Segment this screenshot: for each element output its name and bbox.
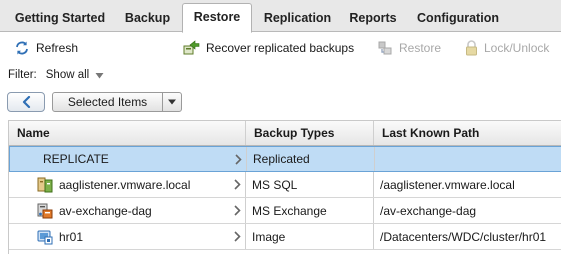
recover-replicated-backups-label: Recover replicated backups bbox=[206, 41, 355, 55]
sql-server-icon bbox=[37, 177, 53, 193]
column-header-backup-types[interactable]: Backup Types bbox=[246, 121, 374, 145]
tab-restore[interactable]: Restore bbox=[182, 3, 252, 33]
row-backup-type: MS Exchange bbox=[246, 198, 374, 223]
row-backup-type: Replicated bbox=[247, 147, 375, 171]
chevron-down-icon bbox=[168, 99, 176, 105]
row-path: /av-exchange-dag bbox=[380, 203, 477, 218]
back-button[interactable] bbox=[7, 92, 45, 112]
table-row[interactable]: av-exchange-dag MS Exchange /av-exchange… bbox=[9, 198, 561, 224]
exchange-server-icon bbox=[37, 203, 53, 219]
selected-items-dropdown[interactable] bbox=[162, 93, 181, 111]
row-path bbox=[375, 147, 561, 171]
refresh-icon bbox=[16, 41, 28, 55]
filter-control[interactable]: Filter: Show all bbox=[8, 67, 104, 83]
row-name: aaglistener.vmware.local bbox=[9, 172, 246, 197]
row-path: /Datacenters/WDC/cluster/hr01 bbox=[380, 229, 547, 244]
column-header-last-known-path[interactable]: Last Known Path bbox=[374, 121, 561, 145]
chevron-right-icon[interactable] bbox=[234, 154, 242, 165]
recover-replicated-icon bbox=[183, 40, 200, 55]
toolbar: Refresh Recover replicated backups Resto… bbox=[0, 33, 561, 61]
lock-unlock-button[interactable]: Lock/Unlock bbox=[465, 39, 549, 57]
row-name: REPLICATE bbox=[10, 147, 247, 171]
tab-backup[interactable]: Backup bbox=[116, 6, 179, 32]
chevron-right-icon[interactable] bbox=[233, 231, 241, 242]
refresh-label: Refresh bbox=[36, 41, 79, 55]
recover-replicated-backups-button[interactable]: Recover replicated backups bbox=[183, 39, 354, 57]
tab-getting-started[interactable]: Getting Started bbox=[4, 6, 116, 32]
tab-replication[interactable]: Replication bbox=[254, 6, 341, 32]
table-row[interactable]: hr01 Image /Datacenters/WDC/cluster/hr01 bbox=[9, 224, 561, 250]
row-backup-type: MS SQL bbox=[246, 172, 374, 197]
row-backup-type: Image bbox=[246, 224, 374, 249]
row-name: hr01 bbox=[9, 224, 246, 249]
chevron-right-icon[interactable] bbox=[233, 179, 241, 190]
chevron-left-icon bbox=[22, 96, 31, 108]
vm-image-icon bbox=[37, 229, 53, 245]
row-name-text: aaglistener.vmware.local bbox=[59, 177, 191, 192]
chevron-down-icon[interactable] bbox=[95, 72, 104, 79]
table-row[interactable]: aaglistener.vmware.local MS SQL /aaglist… bbox=[9, 172, 561, 198]
tab-reports[interactable]: Reports bbox=[342, 6, 404, 32]
restore-button[interactable]: Restore bbox=[378, 39, 441, 57]
backups-table: Name Backup Types Last Known Path REPLIC… bbox=[8, 120, 561, 254]
row-name-text: hr01 bbox=[59, 229, 84, 244]
restore-icon bbox=[378, 41, 392, 55]
lock-unlock-label: Lock/Unlock bbox=[484, 41, 550, 55]
filter-value[interactable]: Show all bbox=[46, 69, 89, 81]
chevron-right-icon[interactable] bbox=[233, 205, 241, 216]
row-path: /aaglistener.vmware.local bbox=[380, 177, 515, 192]
row-name: av-exchange-dag bbox=[9, 198, 246, 223]
filter-label: Filter: bbox=[8, 69, 37, 81]
table-header: Name Backup Types Last Known Path bbox=[9, 121, 561, 146]
table-row[interactable]: REPLICATE Replicated bbox=[9, 146, 561, 172]
column-header-name[interactable]: Name bbox=[9, 121, 246, 145]
row-name-text: av-exchange-dag bbox=[59, 203, 152, 218]
restore-label: Restore bbox=[399, 41, 442, 55]
lock-icon bbox=[466, 40, 477, 56]
tab-configuration[interactable]: Configuration bbox=[406, 6, 510, 32]
selected-items-button[interactable]: Selected Items bbox=[52, 92, 182, 112]
refresh-button[interactable]: Refresh bbox=[14, 39, 78, 57]
tab-bar: Getting Started Backup Restore Replicati… bbox=[0, 0, 561, 33]
row-name-text: REPLICATE bbox=[43, 152, 109, 166]
selected-items-label: Selected Items bbox=[67, 95, 148, 109]
